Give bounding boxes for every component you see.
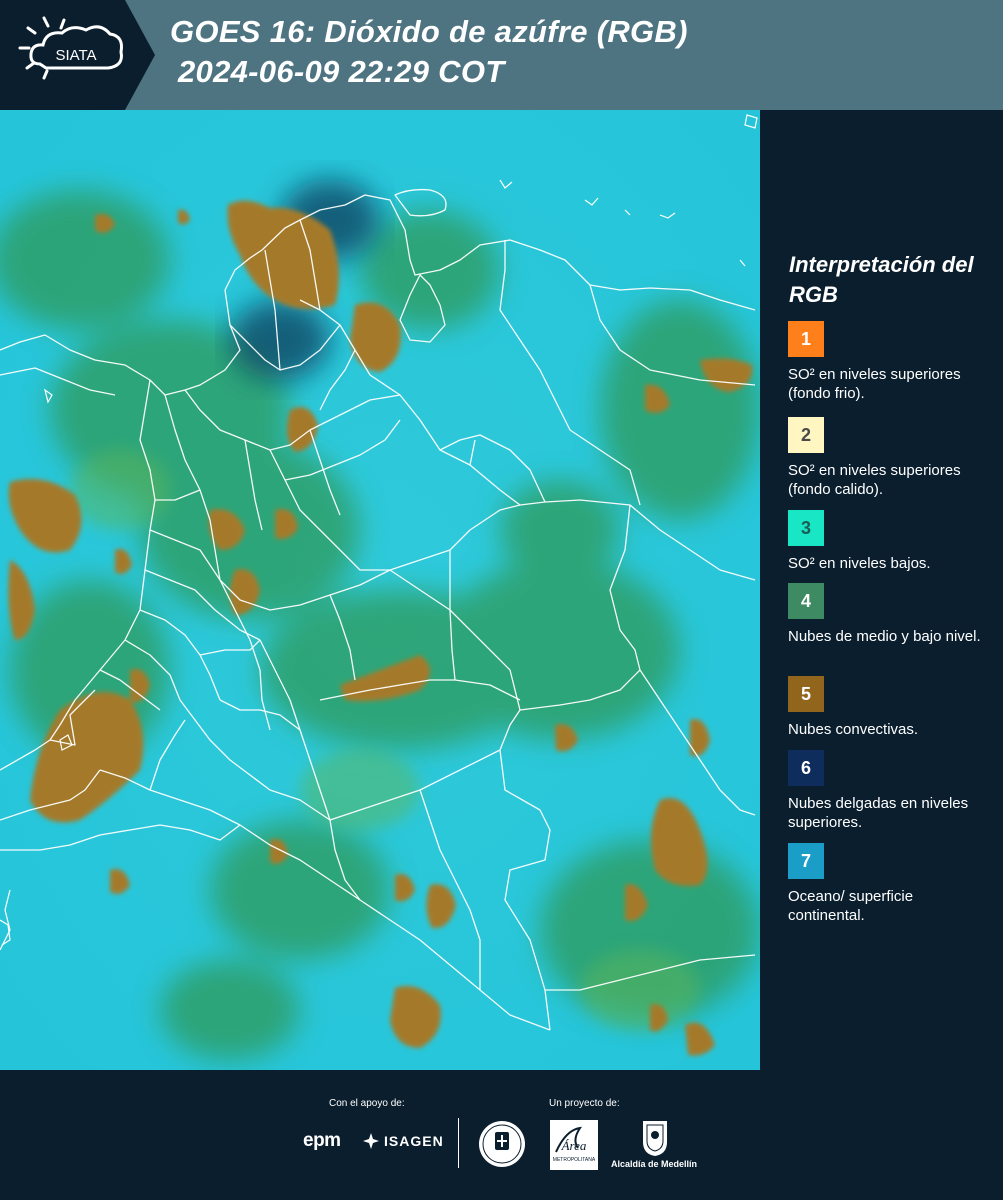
footer-divider bbox=[458, 1118, 459, 1168]
legend-swatch-7: 7 bbox=[788, 843, 824, 879]
legend-item-4: 4 Nubes de medio y bajo nivel. bbox=[788, 583, 993, 646]
legend-item-6: 6 Nubes delgadas en niveles superiores. bbox=[788, 750, 993, 832]
isagen-mark-icon bbox=[363, 1133, 379, 1149]
area-metropolitana-mark-icon: Área METROPOLITANA bbox=[553, 1126, 596, 1163]
legend-swatch-5: 5 bbox=[788, 676, 824, 712]
medellin-seal-icon bbox=[479, 1121, 525, 1167]
legend-item-1: 1 SO² en niveles superiores (fondo frio)… bbox=[788, 321, 993, 403]
area-metropolitana-text: METROPOLITANA bbox=[553, 1157, 596, 1163]
page-title: GOES 16: Dióxido de azúfre (RGB) bbox=[170, 14, 688, 49]
legend-label: Oceano/ superficie continental. bbox=[788, 888, 914, 924]
legend-label: Nubes convectivas. bbox=[788, 721, 919, 738]
legend-swatch-number: 2 bbox=[800, 424, 811, 445]
legend-item-5: 5 Nubes convectivas. bbox=[788, 676, 993, 739]
legend-swatch-1: 1 bbox=[788, 321, 824, 357]
isagen-text: ISAGEN bbox=[384, 1133, 444, 1149]
siata-logo-text: SIATA bbox=[55, 47, 96, 64]
legend-label: SO² en niveles superiores (fondo calido)… bbox=[788, 462, 961, 498]
legend-swatch-number: 1 bbox=[800, 328, 811, 349]
area-metropolitana-logo: Área METROPOLITANA bbox=[550, 1120, 598, 1170]
svg-text:Área: Área bbox=[561, 1138, 587, 1153]
legend-swatch-number: 5 bbox=[800, 683, 811, 704]
legend-label: Nubes delgadas en niveles superiores. bbox=[788, 795, 969, 831]
legend-item-2: 2 SO² en niveles superiores (fondo calid… bbox=[788, 417, 993, 499]
legend-label: SO² en niveles bajos. bbox=[788, 555, 931, 572]
timestamp: 2024-06-09 22:29 COT bbox=[178, 54, 505, 89]
legend-swatch-3: 3 bbox=[788, 510, 824, 546]
alcaldia-text: Alcaldía de Medellín bbox=[611, 1159, 698, 1169]
legend-swatch-number: 4 bbox=[800, 590, 811, 611]
legend-swatch-4: 4 bbox=[788, 583, 824, 619]
siata-logo: SIATA bbox=[0, 0, 155, 110]
legend-label: SO² en niveles superiores (fondo frio). bbox=[788, 366, 961, 402]
legend-title: Interpretación del RGB bbox=[789, 252, 974, 307]
rgb-legend-panel: Interpretación del RGB 1 SO² en niveles … bbox=[760, 110, 1003, 1070]
legend-swatch-number: 3 bbox=[800, 517, 811, 538]
isagen-logo: ISAGEN bbox=[362, 1132, 444, 1150]
legend-swatch-number: 6 bbox=[800, 757, 811, 778]
support-label: Con el apoyo de: bbox=[329, 1098, 405, 1109]
alcaldia-shield-icon bbox=[643, 1121, 667, 1156]
legend-swatch-6: 6 bbox=[788, 750, 824, 786]
legend-swatch-number: 7 bbox=[800, 850, 811, 871]
legend-item-3: 3 SO² en niveles bajos. bbox=[788, 510, 993, 573]
epm-logo: epm bbox=[303, 1130, 341, 1151]
legend-label: Nubes de medio y bajo nivel. bbox=[788, 628, 981, 645]
legend-item-7: 7 Oceano/ superficie continental. bbox=[788, 843, 993, 925]
footer-bar: Con el apoyo de: Un proyecto de: epm ISA… bbox=[0, 1070, 1003, 1200]
legend-swatch-2: 2 bbox=[788, 417, 824, 453]
header-bar: SIATA GOES 16: Dióxido de azúfre (RGB) 2… bbox=[0, 0, 1003, 110]
satellite-map[interactable] bbox=[0, 110, 760, 1070]
project-label: Un proyecto de: bbox=[549, 1098, 620, 1109]
